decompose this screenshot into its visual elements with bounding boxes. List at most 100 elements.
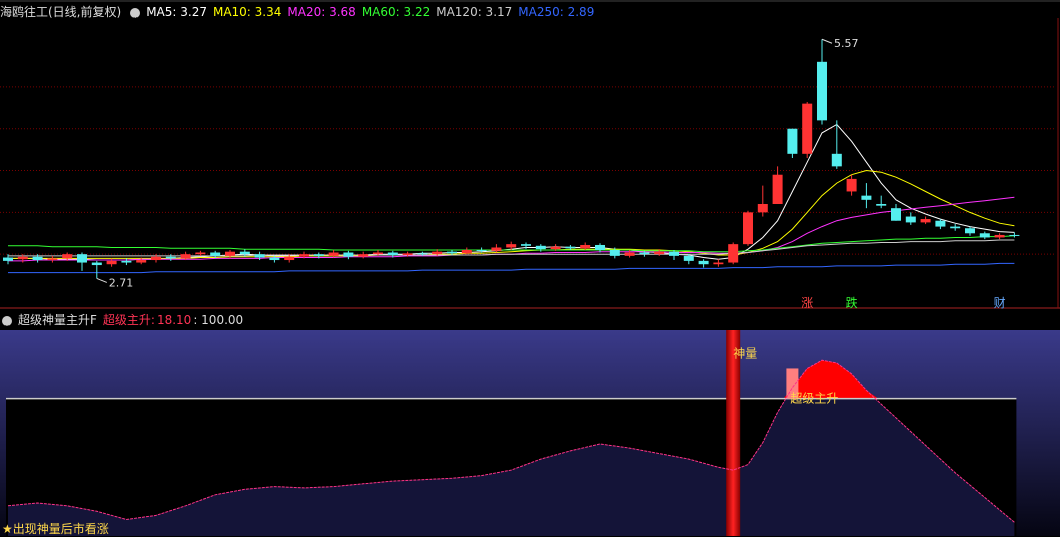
candle-body <box>373 252 383 255</box>
candle-body <box>624 252 635 256</box>
candle-body <box>343 252 354 257</box>
candle-body <box>3 257 13 261</box>
candle <box>1009 232 1020 238</box>
candle-body <box>728 244 739 263</box>
candle-body <box>106 260 117 265</box>
candle-body <box>713 262 724 265</box>
candle-body <box>299 254 309 257</box>
candle-body <box>861 195 872 200</box>
label-shenliang: 神量 <box>733 346 757 360</box>
candle-body <box>402 253 413 256</box>
candle-body <box>491 247 502 251</box>
candle-body <box>698 260 709 265</box>
candle-body <box>461 250 472 254</box>
candle-body <box>195 252 206 255</box>
candle <box>905 212 916 225</box>
candle-body <box>831 153 842 167</box>
candle <box>876 195 887 209</box>
signal-label: 财 <box>994 296 1006 310</box>
candle-body <box>654 251 665 255</box>
candle-body <box>417 253 428 255</box>
low-label: 2.71 <box>109 276 134 289</box>
ma-line-ma250 <box>8 262 1015 274</box>
candle <box>47 255 58 263</box>
candle-body <box>432 251 443 255</box>
candle-body <box>772 174 783 204</box>
candle-body <box>1009 234 1020 236</box>
candle-body <box>639 252 650 255</box>
signal-label: 涨 <box>801 295 813 310</box>
candle-body <box>535 245 546 250</box>
candle-body <box>165 256 176 259</box>
candle <box>817 39 827 125</box>
candle <box>91 260 102 279</box>
candle-body <box>269 257 280 261</box>
candle-body <box>77 254 87 263</box>
candle <box>861 183 872 209</box>
candle <box>846 174 857 196</box>
candle <box>920 216 931 225</box>
candle-body <box>239 251 250 255</box>
candle <box>891 204 901 221</box>
candle-body <box>180 254 191 259</box>
candle-body <box>121 260 132 263</box>
candle-body <box>757 204 768 213</box>
candle-body <box>609 250 620 256</box>
candle-body <box>595 244 605 250</box>
candle <box>787 128 798 158</box>
candle-body <box>151 256 161 261</box>
candle-body <box>210 252 221 256</box>
candle <box>165 254 176 261</box>
candle-body <box>447 251 457 254</box>
candle-body <box>62 254 73 259</box>
candle-body <box>476 250 487 251</box>
signal-label: 跌 <box>846 295 858 310</box>
candle-body <box>225 251 235 256</box>
candle-body <box>683 255 694 261</box>
candle-body <box>91 262 102 266</box>
candle-body <box>17 256 28 260</box>
candle-body <box>965 228 975 234</box>
candle-body <box>979 233 990 238</box>
low-pointer <box>96 277 107 283</box>
candle-body <box>284 256 295 261</box>
candle <box>195 250 206 256</box>
candle-body <box>521 244 531 246</box>
candle <box>950 224 961 231</box>
candle <box>772 166 783 204</box>
candle-body <box>787 128 798 154</box>
high-label: 5.57 <box>834 37 859 50</box>
candle <box>461 247 472 255</box>
candle-body <box>905 216 916 223</box>
candle <box>624 250 635 258</box>
candle-body <box>743 212 753 245</box>
candle-body <box>358 254 369 257</box>
candle-body <box>876 204 887 206</box>
candle-body <box>669 251 679 256</box>
candle-body <box>136 260 147 263</box>
candle-body <box>254 254 265 258</box>
candle-body <box>994 234 1005 238</box>
candle-body <box>935 220 946 227</box>
candle-body <box>580 244 591 249</box>
candle <box>728 242 739 265</box>
candle-body <box>313 254 324 256</box>
candle <box>343 250 354 260</box>
candle-body <box>32 256 43 261</box>
candle <box>979 231 990 240</box>
candle-body <box>920 219 931 223</box>
chart-canvas: 5.57 2.71 涨 跌 财神量超级主升 <box>0 0 1060 536</box>
ma-line-ma5 <box>8 123 1015 261</box>
candle <box>994 233 1005 240</box>
candle <box>698 259 709 268</box>
candle-body <box>802 103 813 154</box>
candle-body <box>891 208 901 221</box>
candle <box>965 226 975 236</box>
high-pointer <box>821 38 833 44</box>
candle <box>831 120 842 169</box>
candle-body <box>950 226 961 229</box>
candle <box>802 101 813 158</box>
candle-body <box>387 252 398 256</box>
candle <box>595 243 605 253</box>
candle <box>743 210 753 246</box>
